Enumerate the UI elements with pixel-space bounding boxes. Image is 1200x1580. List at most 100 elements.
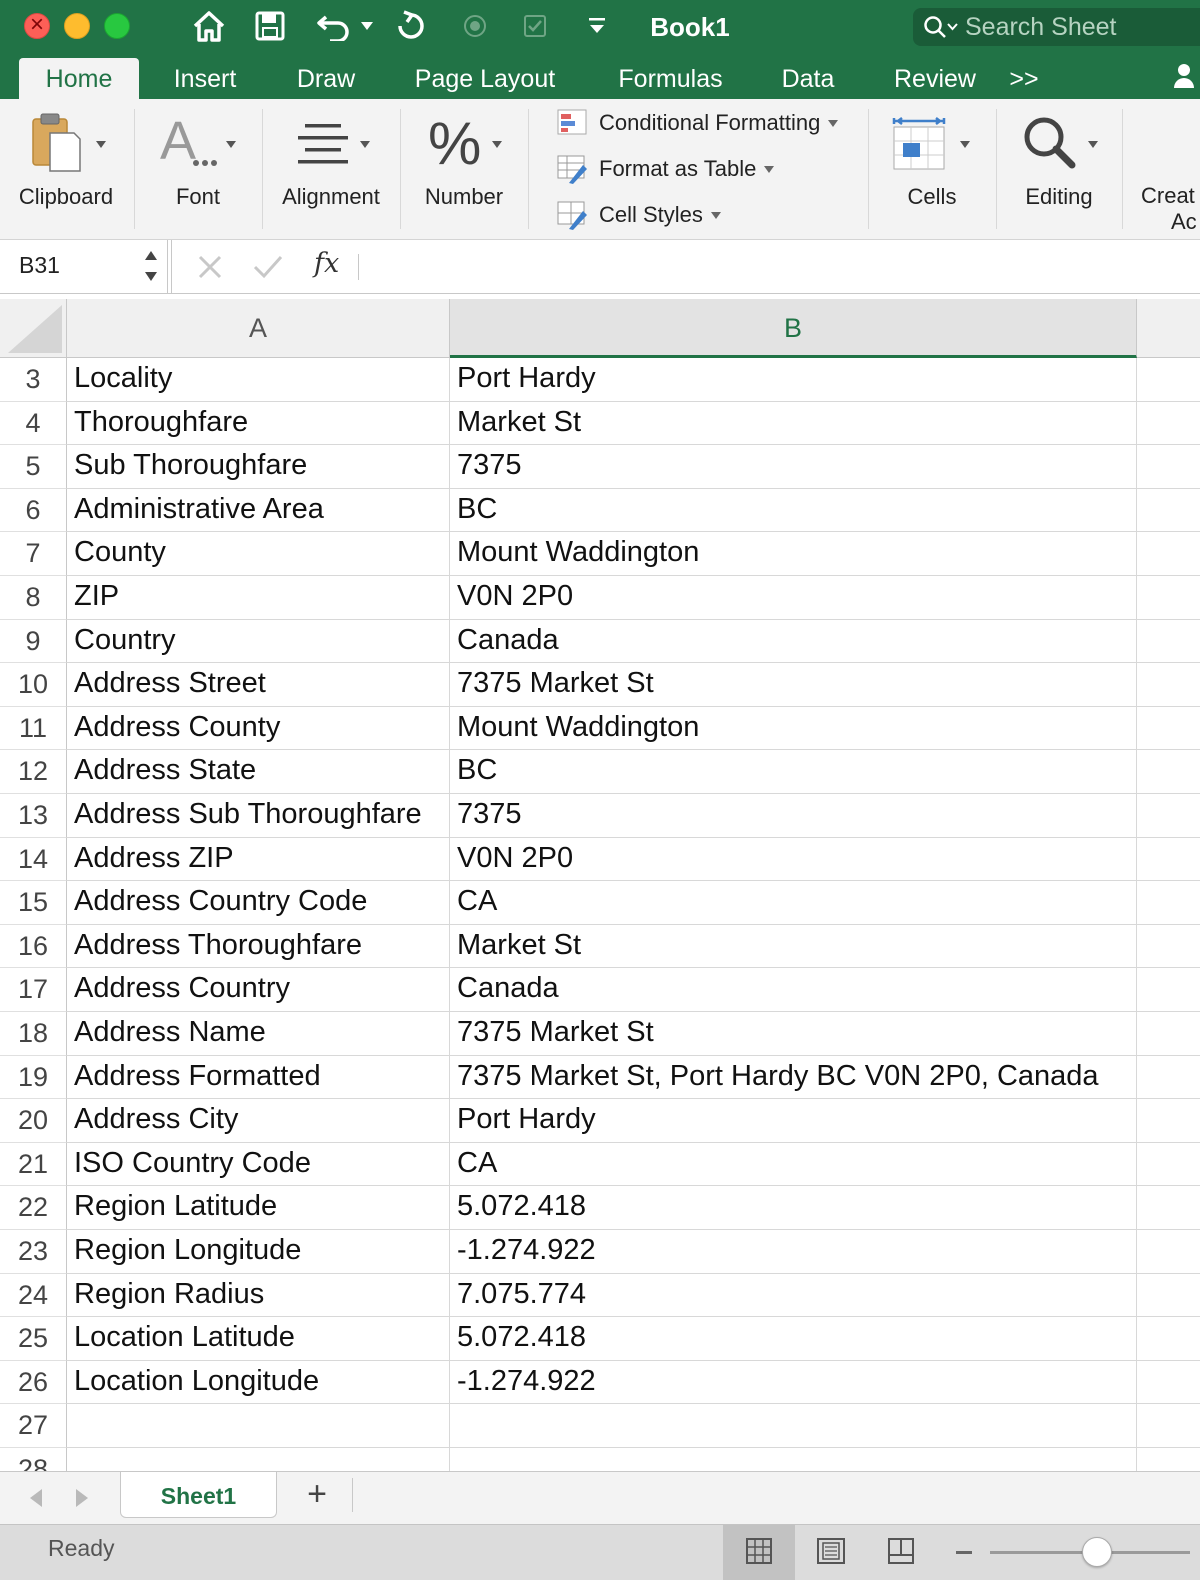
save-icon[interactable] [253,8,287,44]
row-header[interactable]: 20 [0,1099,67,1143]
cell-b[interactable]: 7375 Market St, Port Hardy BC V0N 2P0, C… [450,1055,1137,1100]
cell-a[interactable]: Address Name [67,1012,450,1056]
spreadsheet-grid[interactable]: A B 3 Locality Port Hardy 4 Thoroughfare Mark… [0,299,1200,1471]
cell-b[interactable]: Port Hardy [450,1099,1137,1143]
cells-group[interactable]: Cells [870,99,994,240]
row-header[interactable]: 13 [0,794,67,838]
cell-a[interactable]: Location Latitude [67,1317,450,1361]
cell-c[interactable] [1137,663,1200,707]
name-box[interactable]: B31 [0,240,168,294]
row-header[interactable]: 19 [0,1055,67,1100]
cell-a[interactable]: Region Radius [67,1273,450,1318]
cell-c[interactable] [1137,1099,1200,1143]
row-header[interactable]: 25 [0,1317,67,1361]
row-header[interactable]: 7 [0,532,67,576]
column-header-a[interactable]: A [67,299,450,358]
cell-b[interactable]: Canada [450,619,1137,664]
cell-c[interactable] [1137,1230,1200,1274]
tab-review[interactable]: Review [882,58,988,99]
cell-c[interactable] [1137,445,1200,489]
editing-group[interactable]: Editing [998,99,1120,240]
row-header[interactable]: 6 [0,488,67,533]
page-break-view-button[interactable] [865,1525,937,1580]
cell-a[interactable]: ISO Country Code [67,1142,450,1187]
undo-dropdown-icon[interactable] [358,8,376,44]
font-group[interactable]: A Font [136,99,260,240]
cell-b[interactable]: 7375 Market St [450,663,1137,707]
conditional-formatting-button[interactable]: Conditional Formatting [557,105,839,141]
undo-icon[interactable] [314,8,354,44]
column-header-b[interactable]: B [450,299,1137,358]
zoom-window-button[interactable] [104,13,130,39]
cell-c[interactable] [1137,620,1200,664]
cell-c[interactable] [1137,532,1200,576]
cell-a[interactable]: Location Longitude [67,1360,450,1405]
cell-c[interactable] [1137,1404,1200,1448]
cell-b[interactable]: -1.274.922 [450,1230,1137,1274]
cell-c[interactable] [1137,1143,1200,1187]
alignment-group[interactable]: Alignment [264,99,398,240]
row-header[interactable]: 10 [0,663,67,707]
row-header[interactable]: 15 [0,881,67,925]
tab-insert[interactable]: Insert [160,58,250,99]
cell-b[interactable] [450,1448,1137,1471]
cell-b[interactable]: CA [450,1142,1137,1187]
cell-b[interactable]: CA [450,881,1137,925]
row-header[interactable]: 26 [0,1360,67,1405]
row-header[interactable]: 9 [0,619,67,664]
name-box-stepper-icon[interactable] [144,248,158,289]
cell-c[interactable] [1137,358,1200,402]
cell-b[interactable]: Market St [450,924,1137,969]
row-header[interactable]: 27 [0,1404,67,1448]
cell-styles-button[interactable]: Cell Styles [557,197,721,233]
cell-a[interactable]: Address Sub Thoroughfare [67,794,450,838]
cell-b[interactable]: BC [450,488,1137,533]
cell-b[interactable]: V0N 2P0 [450,576,1137,620]
cell-b[interactable]: 7375 [450,445,1137,489]
zoom-out-button[interactable] [956,1551,972,1554]
row-header[interactable]: 17 [0,968,67,1012]
previous-sheet-icon[interactable] [30,1489,42,1507]
cell-c[interactable] [1137,881,1200,925]
cell-c[interactable] [1137,707,1200,751]
cell-a[interactable]: Address ZIP [67,837,450,882]
row-header[interactable]: 23 [0,1230,67,1274]
column-header-c[interactable] [1137,299,1200,358]
formula-input[interactable] [372,250,1172,284]
cell-c[interactable] [1137,1361,1200,1405]
normal-view-button[interactable] [723,1525,795,1580]
record-macro-icon[interactable] [460,8,490,44]
cell-a[interactable]: ZIP [67,576,450,620]
home-icon[interactable] [190,8,228,44]
cell-b[interactable]: BC [450,750,1137,794]
row-header[interactable]: 3 [0,358,67,402]
more-tabs-button[interactable]: >> [1004,58,1044,99]
row-header[interactable]: 24 [0,1273,67,1318]
minimize-window-button[interactable] [64,13,90,39]
cell-a[interactable]: Region Longitude [67,1230,450,1274]
cell-a[interactable]: Address Country Code [67,881,450,925]
redo-icon[interactable] [392,8,430,44]
cell-c[interactable] [1137,1448,1200,1471]
cell-c[interactable] [1137,1186,1200,1230]
share-person-icon[interactable] [1172,62,1200,95]
row-header[interactable]: 28 [0,1448,67,1471]
cell-c[interactable] [1137,1056,1200,1100]
row-header[interactable]: 14 [0,837,67,882]
cell-c[interactable] [1137,402,1200,446]
row-header[interactable]: 16 [0,924,67,969]
cell-c[interactable] [1137,1012,1200,1056]
cell-a[interactable]: Address Street [67,663,450,707]
tab-draw[interactable]: Draw [287,58,365,99]
close-window-button[interactable] [24,11,50,39]
cell-a[interactable]: Address Country [67,968,450,1012]
confirm-entry-icon[interactable] [252,250,284,287]
row-header[interactable]: 21 [0,1142,67,1187]
cell-a[interactable]: County [67,532,450,576]
cell-b[interactable]: Market St [450,401,1137,446]
cell-b[interactable]: Mount Waddington [450,532,1137,576]
next-sheet-icon[interactable] [76,1489,88,1507]
add-sheet-button[interactable]: + [302,1477,332,1512]
zoom-slider-thumb[interactable] [1082,1537,1112,1567]
cell-c[interactable] [1137,489,1200,533]
